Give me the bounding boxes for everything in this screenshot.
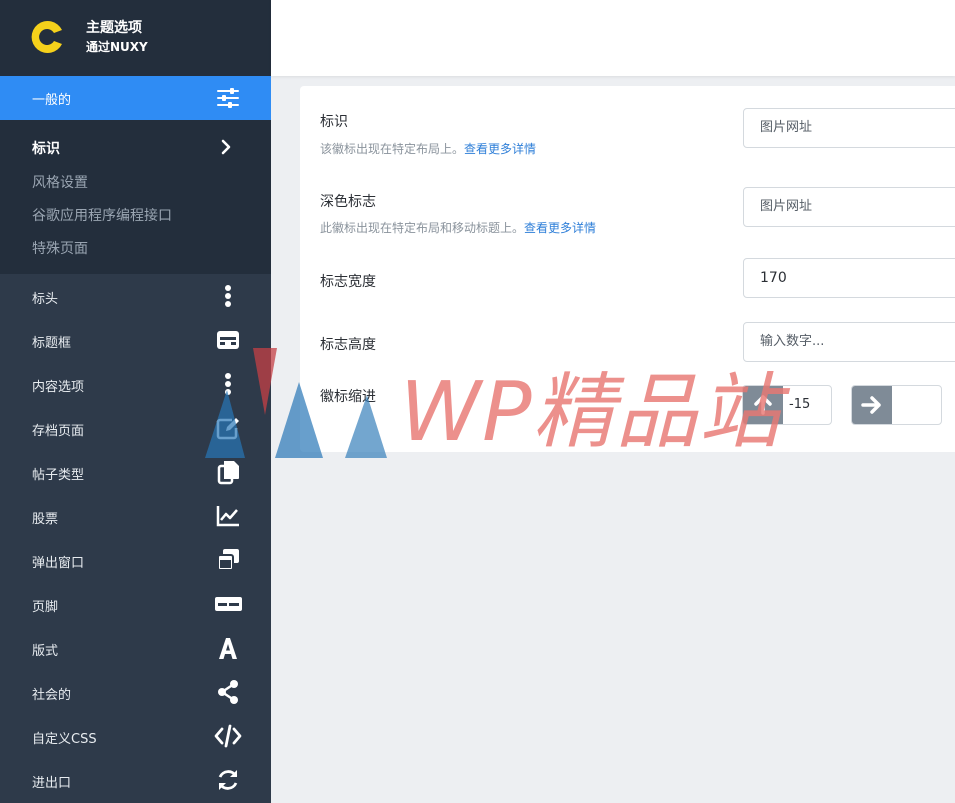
share-icon	[218, 680, 238, 704]
font-icon	[219, 638, 237, 659]
dark-logo-url-input[interactable]: 图片网址	[743, 187, 955, 227]
submenu-item-special-pages[interactable]: 特殊页面	[32, 238, 88, 258]
nav-item-label: 版式	[32, 644, 59, 659]
title-box-icon	[217, 331, 239, 349]
submenu-item-style[interactable]: 风格设置	[32, 172, 88, 192]
nav-item-label: 股票	[32, 512, 59, 527]
sync-icon	[218, 770, 238, 790]
submenu-item-logo[interactable]: 标识	[32, 138, 60, 158]
nav-item-social[interactable]: 社会的	[0, 670, 271, 714]
nav-item-label: 存档页面	[32, 424, 85, 439]
arrow-right-icon	[861, 396, 881, 414]
nav-item-general[interactable]: 一般的	[0, 76, 271, 120]
dark-logo-description-text: 此徽标出现在特定布局和移动标题上。	[320, 221, 525, 235]
nav-item-archive-pages[interactable]: 存档页面	[0, 406, 271, 450]
nav-item-label: 标题框	[32, 336, 72, 351]
nav-item-label: 帖子类型	[32, 468, 85, 483]
arrow-up-icon	[754, 395, 772, 415]
indent-right-button[interactable]	[852, 386, 892, 424]
logo-more-details-link[interactable]: 查看更多详情	[464, 142, 536, 156]
nav-item-post-types[interactable]: 帖子类型	[0, 450, 271, 494]
brand-subtitle: 通过NUXY	[86, 40, 148, 54]
indent-top-value[interactable]: -15	[789, 397, 810, 412]
brand-header: 主题选项 通过NUXY	[0, 0, 271, 76]
nav-item-label: 一般的	[32, 93, 72, 108]
copy-icon	[217, 461, 239, 485]
nav-item-stocks[interactable]: 股票	[0, 494, 271, 538]
nav-item-label: 进出口	[32, 776, 72, 791]
general-submenu: 标识 风格设置 谷歌应用程序编程接口 特殊页面	[0, 120, 271, 274]
nav-item-header[interactable]: 标头	[0, 274, 271, 318]
dark-logo-field-label: 深色标志	[320, 194, 376, 210]
sliders-icon	[217, 88, 239, 108]
nav-item-import-export[interactable]: 进出口	[0, 758, 271, 802]
nav-item-label: 社会的	[32, 688, 72, 703]
logo-c-icon	[31, 21, 62, 53]
edit-icon	[216, 418, 239, 440]
nav-item-custom-css[interactable]: 自定义CSS	[0, 714, 271, 758]
submenu-item-google-api[interactable]: 谷歌应用程序编程接口	[32, 205, 172, 225]
nav-item-label: 自定义CSS	[32, 732, 97, 747]
logo-field-label: 标识	[320, 114, 348, 130]
line-chart-icon	[216, 506, 239, 527]
brand-title: 主题选项	[86, 20, 142, 36]
nav-item-title-box[interactable]: 标题框	[0, 318, 271, 362]
footer-icon	[215, 597, 242, 611]
nav-item-label: 页脚	[32, 600, 59, 615]
nav-item-label: 内容选项	[32, 380, 85, 395]
nav-item-content-options[interactable]: 内容选项	[0, 362, 271, 406]
vertical-dots-icon	[225, 285, 231, 307]
window-restore-icon	[217, 549, 239, 571]
indent-up-button[interactable]	[743, 386, 783, 424]
top-bar	[271, 0, 955, 76]
logo-height-input[interactable]: 输入数字...	[743, 322, 955, 362]
logo-width-label: 标志宽度	[320, 274, 376, 290]
logo-indent-left-field[interactable]	[851, 385, 942, 425]
logo-url-input[interactable]: 图片网址	[743, 108, 955, 148]
logo-width-input[interactable]: 170	[743, 258, 955, 298]
code-icon	[214, 724, 242, 748]
chevron-right-icon	[221, 139, 231, 155]
logo-indent-top-field[interactable]: -15	[742, 385, 832, 425]
logo-height-label: 标志高度	[320, 337, 376, 353]
sidebar: 主题选项 通过NUXY 一般的 标识 风格设置 谷歌应用程序编程接口 特殊页面 …	[0, 0, 271, 803]
dark-logo-more-details-link[interactable]: 查看更多详情	[524, 221, 596, 235]
nav-item-typography[interactable]: 版式	[0, 626, 271, 670]
nav-item-footer[interactable]: 页脚	[0, 582, 271, 626]
nav-item-popups[interactable]: 弹出窗口	[0, 538, 271, 582]
vertical-dots-icon	[225, 373, 231, 395]
dark-logo-field-description: 此徽标出现在特定布局和移动标题上。查看更多详情	[320, 219, 596, 236]
nav-item-label: 标头	[32, 292, 59, 307]
nav-item-label: 弹出窗口	[32, 556, 85, 571]
logo-indent-label: 徽标缩进	[320, 389, 376, 405]
logo-field-description: 该徽标出现在特定布局上。查看更多详情	[320, 140, 536, 157]
logo-description-text: 该徽标出现在特定布局上。	[320, 142, 465, 156]
